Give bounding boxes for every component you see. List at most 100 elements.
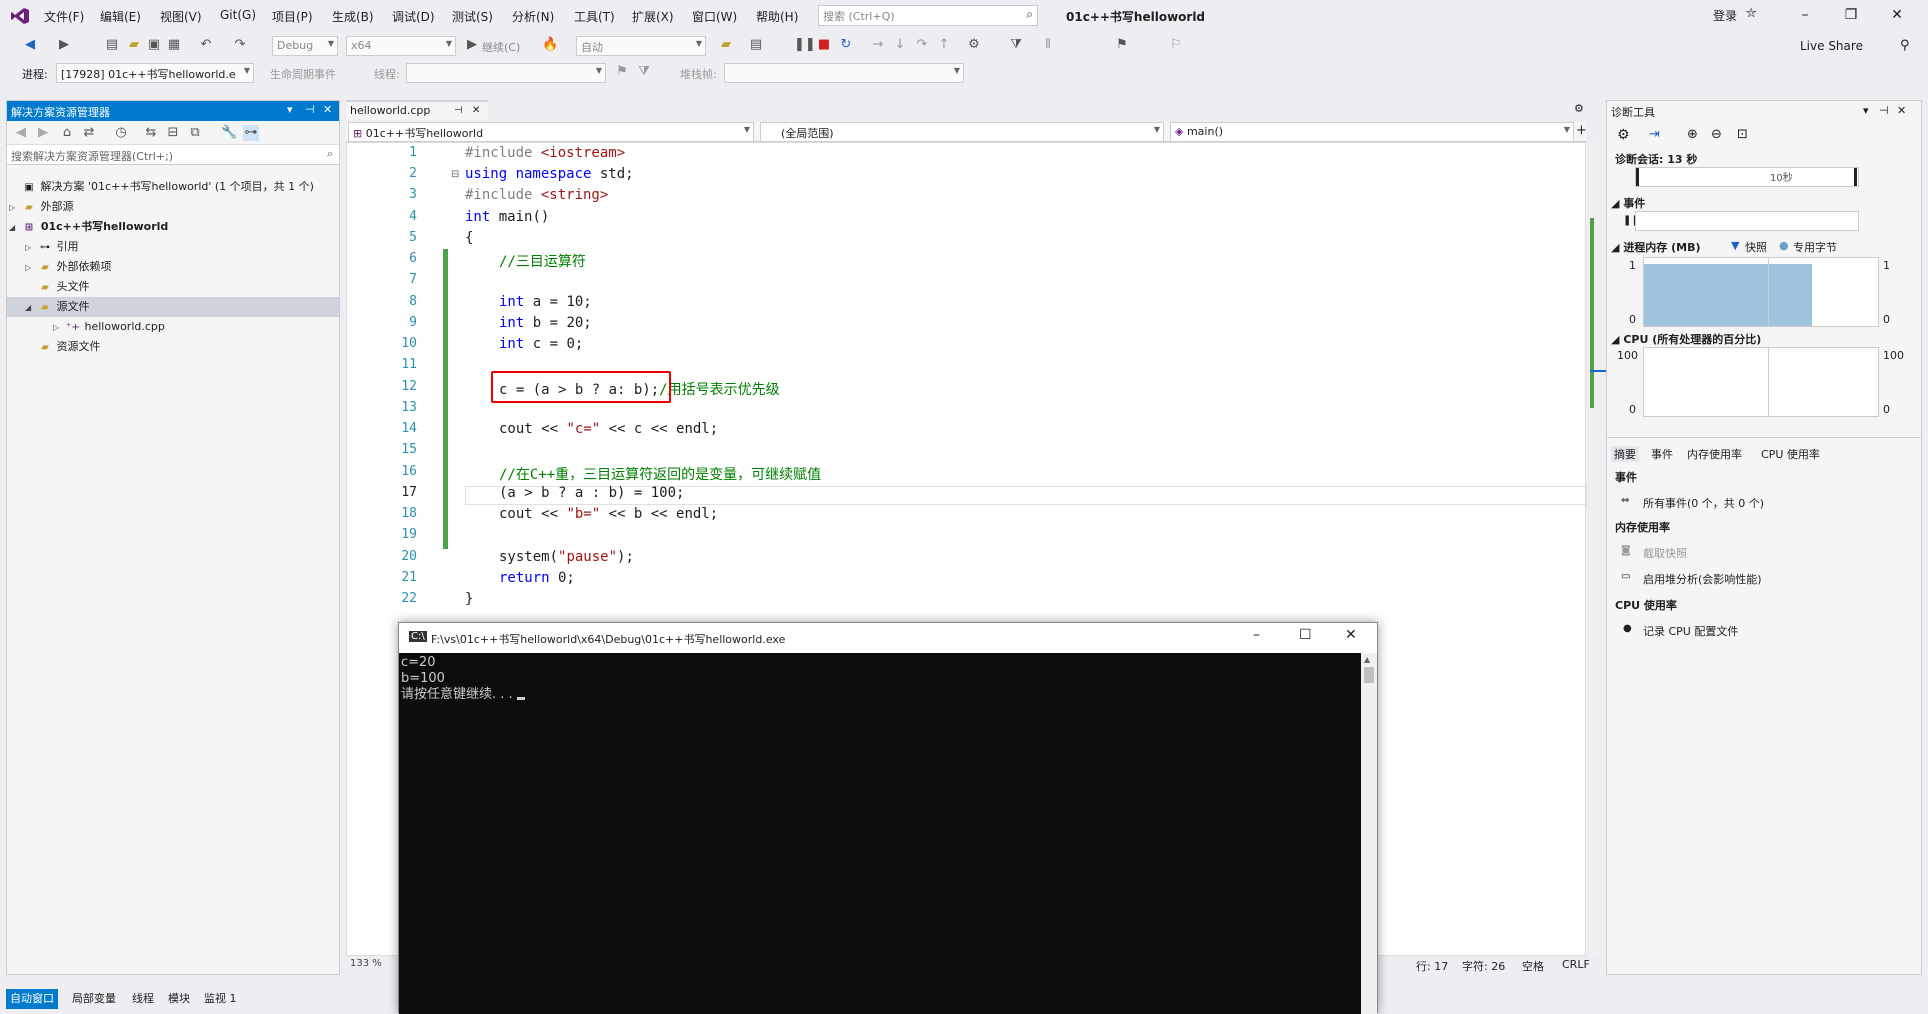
menu-test[interactable]: 测试(S) [452, 8, 493, 25]
stack-frame-combo[interactable]: ▼ [724, 63, 964, 83]
undo-icon[interactable]: ↶ [198, 37, 214, 53]
collapse-icon[interactable]: ◢ [1611, 197, 1619, 210]
properties-icon[interactable]: 🔧 [221, 125, 237, 141]
select-tools-icon[interactable]: ⇥ [1649, 127, 1660, 142]
tab-autos[interactable]: 自动窗口 [6, 989, 58, 1009]
search-input[interactable]: 搜索 (Ctrl+Q) ⌕ [818, 5, 1038, 26]
zoom-level[interactable]: 133 % [346, 956, 406, 974]
nav-member-combo[interactable]: ◈ main() ▼ [1170, 122, 1574, 142]
tree-solution[interactable]: ▣ 解决方案 '01c++书写helloworld' (1 个项目，共 1 个) [9, 177, 314, 197]
filter-icon[interactable]: ⧩ [1008, 37, 1024, 53]
expand-icon[interactable]: ▷ [25, 258, 37, 278]
sync-icon[interactable]: ⇆ [143, 125, 159, 141]
console-title-bar[interactable]: C:\ F:\vs\01c++书写helloworld\x64\Debug\01… [399, 623, 1377, 653]
collapse-all-icon[interactable]: ⊟ [165, 125, 181, 141]
memory-chart[interactable] [1643, 257, 1879, 327]
nav-scope-combo[interactable]: (全局范围) ▼ [760, 122, 1164, 142]
tab-watch-1[interactable]: 监视 1 [204, 990, 237, 1006]
show-all-files-icon[interactable]: ⧉ [187, 125, 203, 141]
status-line-ending[interactable]: CRLF [1562, 958, 1590, 971]
step-over-icon[interactable]: ↷ [914, 37, 930, 53]
collapse-icon[interactable]: ⊟ [451, 169, 459, 180]
live-share-button[interactable]: Live Share [1800, 39, 1863, 53]
reset-zoom-icon[interactable]: ⊡ [1737, 127, 1748, 142]
feedback-icon[interactable]: ⚲ [1900, 38, 1910, 53]
align-icon[interactable]: ⫴ [1040, 37, 1056, 53]
expand-icon[interactable]: ▷ [53, 318, 65, 338]
continue-button[interactable]: 继续(C) [482, 39, 520, 55]
collapse-icon[interactable]: ◢ [1611, 333, 1619, 346]
pending-changes-icon[interactable]: ◷ [113, 125, 129, 141]
expand-icon[interactable]: ▷ [25, 238, 37, 258]
tab-memory-usage[interactable]: 内存使用率 [1687, 446, 1742, 462]
home-icon[interactable]: ⌂ [59, 125, 75, 141]
pause-icon[interactable]: ❚❚ [794, 37, 816, 53]
new-project-icon[interactable]: ▤ [104, 37, 120, 53]
console-close-button[interactable]: ✕ [1345, 627, 1357, 643]
back-icon[interactable]: ◀ [22, 37, 38, 53]
tree-project[interactable]: ◢ ⊞ 01c++书写helloworld [9, 217, 168, 237]
close-tab-icon[interactable]: ✕ [472, 105, 480, 116]
tab-helloworld-cpp[interactable]: helloworld.cpp ⊣ ✕ [346, 100, 488, 120]
dropdown-icon[interactable]: ▾ [1863, 104, 1869, 117]
tree-external-deps[interactable]: ▷ ▰ 外部依赖项 [25, 257, 112, 277]
close-icon[interactable]: ✕ [323, 103, 332, 116]
login-link[interactable]: 登录 [1713, 7, 1737, 24]
scroll-up-icon[interactable]: ▲ [1364, 655, 1370, 664]
menu-project[interactable]: 项目(P) [272, 8, 313, 25]
lifecycle-events-button[interactable]: 生命周期事件 [270, 66, 336, 82]
comment-icon[interactable]: ⚐ [1168, 37, 1184, 53]
step-out-icon[interactable]: ↑ [936, 37, 952, 53]
console-maximize-button[interactable]: ☐ [1299, 627, 1312, 643]
diagnostics-icon[interactable]: ⚙ [966, 37, 982, 53]
menu-build[interactable]: 生成(B) [332, 8, 374, 25]
collapse-icon[interactable]: ◢ [1611, 241, 1619, 254]
redo-icon[interactable]: ↷ [232, 37, 248, 53]
nav-project-combo[interactable]: ⊞ 01c++书写helloworld ▼ [348, 122, 754, 142]
collapse-icon[interactable]: ◢ [9, 218, 21, 238]
save-icon[interactable]: ▣ [146, 37, 162, 53]
split-icon[interactable]: + [1576, 123, 1587, 138]
enable-heap-profiling-button[interactable]: 启用堆分析(会影响性能) [1643, 571, 1762, 587]
tree-header-files[interactable]: ▰ 头文件 [25, 277, 89, 297]
dropdown-icon[interactable]: ▾ [287, 103, 293, 116]
tree-resource-files[interactable]: ▰ 资源文件 [25, 337, 100, 357]
tree-source-files[interactable]: ◢ ▰ 源文件 [7, 297, 339, 317]
expand-icon[interactable]: ▷ [9, 198, 21, 218]
preview-icon[interactable]: ⊶ [243, 125, 259, 141]
menu-extensions[interactable]: 扩展(X) [632, 8, 674, 25]
maximize-button[interactable]: ❐ [1836, 4, 1866, 26]
flag-icon[interactable]: ⚑ [614, 64, 630, 80]
solution-search-input[interactable]: 搜索解决方案资源管理器(Ctrl+;) ⌕ [7, 145, 339, 165]
restart-icon[interactable]: ↻ [838, 37, 854, 53]
menu-analyze[interactable]: 分析(N) [512, 8, 554, 25]
folder-icon[interactable]: ▰ [718, 37, 734, 53]
zoom-out-icon[interactable]: ⊖ [1711, 127, 1722, 142]
settings-icon[interactable]: ⚙ [1617, 127, 1630, 143]
tree-helloworld-cpp[interactable]: ▷ ⁺+ helloworld.cpp [53, 317, 165, 337]
switch-views-icon[interactable]: ⇄ [81, 125, 97, 141]
account-icon[interactable]: ⛥ [1746, 6, 1756, 21]
editor-vertical-scrollbar[interactable] [1590, 142, 1606, 956]
menu-view[interactable]: 视图(V) [160, 8, 202, 25]
all-events-link[interactable]: 所有事件(0 个，共 0 个) [1643, 495, 1764, 511]
menu-help[interactable]: 帮助(H) [756, 8, 798, 25]
back-icon[interactable]: ◀ [13, 125, 29, 141]
open-folder-icon[interactable]: ▰ [126, 37, 142, 53]
menu-tools[interactable]: 工具(T) [574, 8, 615, 25]
console-minimize-button[interactable]: – [1253, 627, 1260, 643]
tab-cpu-usage[interactable]: CPU 使用率 [1761, 446, 1820, 462]
minimize-button[interactable]: – [1790, 4, 1820, 26]
record-cpu-profile-button[interactable]: 记录 CPU 配置文件 [1643, 623, 1738, 639]
menu-window[interactable]: 窗口(W) [692, 8, 737, 25]
tree-external-sources[interactable]: ▷ ▰ 外部源 [9, 197, 74, 217]
status-whitespace[interactable]: 空格 [1522, 958, 1544, 974]
tab-threads[interactable]: 线程 [132, 990, 154, 1006]
menu-file[interactable]: 文件(F) [44, 8, 84, 25]
auto-combo[interactable]: 自动 ▼ [576, 36, 706, 56]
take-snapshot-button[interactable]: 截取快照 [1643, 545, 1687, 561]
config-combo[interactable]: Debug ▼ [272, 36, 338, 56]
bookmark-icon[interactable]: ⚑ [1114, 37, 1130, 53]
layout-icon[interactable]: ▤ [748, 37, 764, 53]
menu-debug[interactable]: 调试(D) [392, 8, 435, 25]
